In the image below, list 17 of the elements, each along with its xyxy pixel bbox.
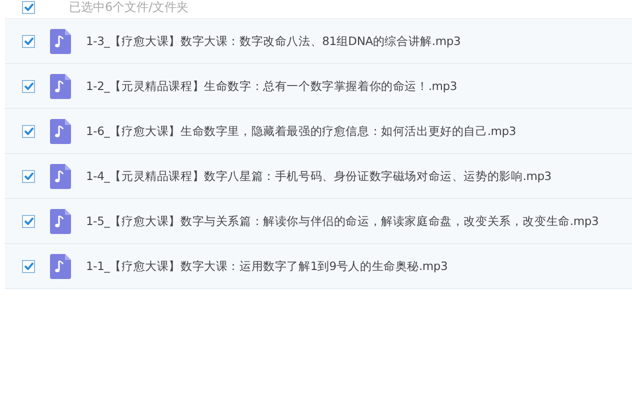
checkbox[interactable] bbox=[22, 0, 35, 14]
music-file-icon bbox=[50, 28, 71, 54]
checkbox[interactable] bbox=[22, 170, 35, 182]
file-name[interactable]: 1-1_【疗愈大课】数字大课：运用数字了解1到9号人的生命奥秘.mp3 bbox=[86, 258, 448, 274]
checkbox[interactable] bbox=[22, 260, 35, 272]
checkbox[interactable] bbox=[22, 214, 35, 228]
checkbox[interactable] bbox=[22, 34, 35, 48]
music-file-icon bbox=[50, 118, 71, 144]
checkbox[interactable] bbox=[22, 124, 35, 138]
selection-count: 已选中6个文件/文件夹 bbox=[69, 0, 189, 16]
music-file-icon bbox=[50, 208, 71, 234]
music-file-icon bbox=[50, 164, 71, 188]
file-name[interactable]: 1-3_【疗愈大课】数字大课：数字改命八法、81组DNA的综合讲解.mp3 bbox=[86, 34, 461, 48]
music-file-icon bbox=[50, 74, 71, 98]
checkbox[interactable] bbox=[22, 80, 35, 92]
music-file-icon bbox=[50, 254, 71, 278]
file-name[interactable]: 1-2_【元灵精品课程】生命数字：总有一个数字掌握着你的命运！.mp3 bbox=[86, 78, 458, 94]
